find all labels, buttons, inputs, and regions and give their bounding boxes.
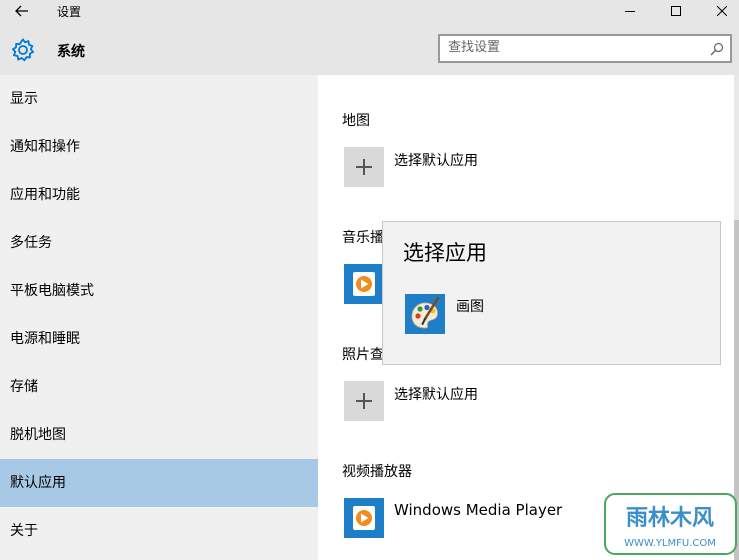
svg-text:雨林木风: 雨林木风 xyxy=(626,506,714,531)
close-icon xyxy=(717,6,727,16)
sidebar-item-label: 多任务 xyxy=(10,235,52,251)
svg-text:WWW.YLMFU.COM: WWW.YLMFU.COM xyxy=(624,538,716,549)
flyout-title: 选择应用 xyxy=(403,241,487,265)
paint-icon xyxy=(405,294,445,334)
sidebar-item-offline-maps[interactable]: 脱机地图 xyxy=(0,411,318,459)
page-title: 系统 xyxy=(57,44,85,60)
maximize-icon xyxy=(671,6,681,16)
maximize-button[interactable] xyxy=(653,0,699,22)
section-label-video: 视频播放器 xyxy=(342,464,412,480)
choose-app-flyout: 选择应用 画图 xyxy=(382,221,721,365)
section-label-photos: 照片查 xyxy=(342,347,384,363)
search-input[interactable] xyxy=(448,40,698,55)
sidebar: 显示 通知和操作 应用和功能 多任务 平板电脑模式 电源和睡眠 存储 脱机地图 … xyxy=(0,75,318,560)
flyout-item-paint[interactable]: 画图 xyxy=(405,294,705,334)
sidebar-item-default-apps[interactable]: 默认应用 xyxy=(0,459,318,507)
minimize-button[interactable] xyxy=(607,0,653,22)
section-label-maps: 地图 xyxy=(342,113,370,129)
choose-default-app-photos[interactable]: 选择默认应用 xyxy=(394,384,478,404)
sidebar-item-label: 关于 xyxy=(10,523,38,539)
header: 系统 xyxy=(0,24,739,75)
choose-default-app-maps[interactable]: 选择默认应用 xyxy=(394,150,478,170)
flyout-item-label: 画图 xyxy=(456,299,484,315)
search-icon[interactable] xyxy=(710,42,724,56)
back-arrow-icon xyxy=(15,5,28,17)
sidebar-item-tablet-mode[interactable]: 平板电脑模式 xyxy=(0,267,318,315)
gear-icon xyxy=(11,38,35,62)
sidebar-item-label: 默认应用 xyxy=(10,475,66,491)
scrollbar[interactable] xyxy=(734,75,739,560)
sidebar-item-label: 通知和操作 xyxy=(10,139,80,155)
section-label-music: 音乐播 xyxy=(342,230,384,246)
window-title: 设置 xyxy=(57,5,82,19)
sidebar-item-display[interactable]: 显示 xyxy=(0,75,318,123)
plus-icon[interactable] xyxy=(344,381,384,421)
sidebar-item-label: 平板电脑模式 xyxy=(10,283,94,299)
sidebar-item-notifications[interactable]: 通知和操作 xyxy=(0,123,318,171)
sidebar-item-power-sleep[interactable]: 电源和睡眠 xyxy=(0,315,318,363)
watermark-logo: 雨林木风 WWW.YLMFU.COM xyxy=(604,493,737,555)
sidebar-item-label: 电源和睡眠 xyxy=(10,331,80,347)
sidebar-item-apps-features[interactable]: 应用和功能 xyxy=(0,171,318,219)
back-button[interactable] xyxy=(8,1,36,21)
minimize-icon xyxy=(625,11,635,12)
sidebar-item-label: 显示 xyxy=(10,91,38,107)
sidebar-item-label: 脱机地图 xyxy=(10,427,66,443)
sidebar-item-label: 存储 xyxy=(10,379,38,395)
sidebar-item-label: 应用和功能 xyxy=(10,187,80,203)
sidebar-item-storage[interactable]: 存储 xyxy=(0,363,318,411)
video-app-name[interactable]: Windows Media Player xyxy=(394,501,562,519)
windows-media-player-icon[interactable] xyxy=(344,264,384,304)
plus-icon[interactable] xyxy=(344,147,384,187)
close-button[interactable] xyxy=(699,0,739,22)
search-box[interactable] xyxy=(438,34,732,63)
title-bar: 设置 xyxy=(0,0,739,24)
windows-media-player-icon[interactable] xyxy=(344,498,384,538)
sidebar-item-multitasking[interactable]: 多任务 xyxy=(0,219,318,267)
sidebar-item-about[interactable]: 关于 xyxy=(0,507,318,555)
